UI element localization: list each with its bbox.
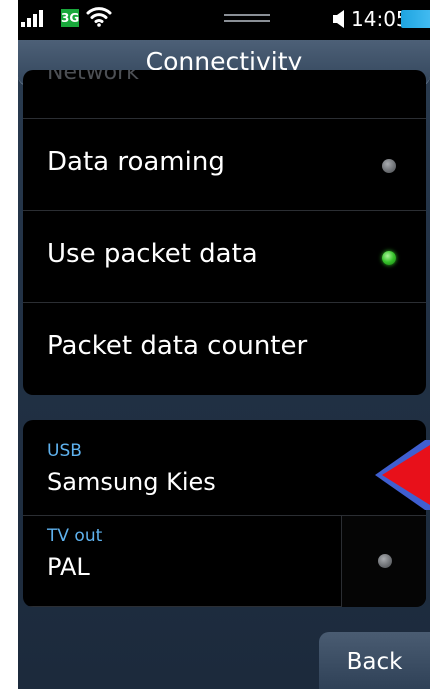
network-3g-icon: 3G <box>61 9 80 27</box>
tv-out-label: TV out <box>47 526 103 546</box>
list-item-label: Data roaming <box>47 147 225 177</box>
usb-tv-settings: USB Samsung Kies TV out PAL <box>23 420 426 607</box>
phone-screen: 3G 14:05 Connectivity Network Data roami… <box>18 0 430 689</box>
list-item-usb[interactable]: USB Samsung Kies <box>23 420 426 516</box>
tv-out-toggle-area[interactable] <box>342 516 426 607</box>
use-packet-data-toggle[interactable] <box>382 251 396 265</box>
battery-icon <box>401 10 430 28</box>
usb-value: Samsung Kies <box>47 468 216 496</box>
signal-strength-icon <box>21 9 43 27</box>
speaker-icon <box>333 10 344 28</box>
list-item-data-roaming[interactable]: Data roaming <box>23 119 426 211</box>
annotation-arrow-icon <box>375 440 430 510</box>
list-item-label: Packet data counter <box>47 331 308 361</box>
usb-label: USB <box>47 441 82 461</box>
settings-list: Network Data roaming Use packet data Pac… <box>23 70 426 395</box>
status-bar: 3G 14:05 <box>18 0 430 40</box>
list-item-label: Network <box>47 70 139 85</box>
data-roaming-toggle[interactable] <box>382 159 396 173</box>
list-item-packet-data-counter[interactable]: Packet data counter <box>23 303 426 395</box>
back-button[interactable]: Back <box>319 632 430 689</box>
notification-handle[interactable] <box>224 14 270 22</box>
list-item-use-packet-data[interactable]: Use packet data <box>23 211 426 303</box>
list-item-label: Use packet data <box>47 239 258 269</box>
tv-out-value: PAL <box>47 553 90 581</box>
list-item-network[interactable]: Network <box>23 70 426 119</box>
wifi-icon <box>86 7 112 27</box>
tv-out-toggle[interactable] <box>378 554 392 568</box>
clock-time: 14:05 <box>351 7 409 31</box>
